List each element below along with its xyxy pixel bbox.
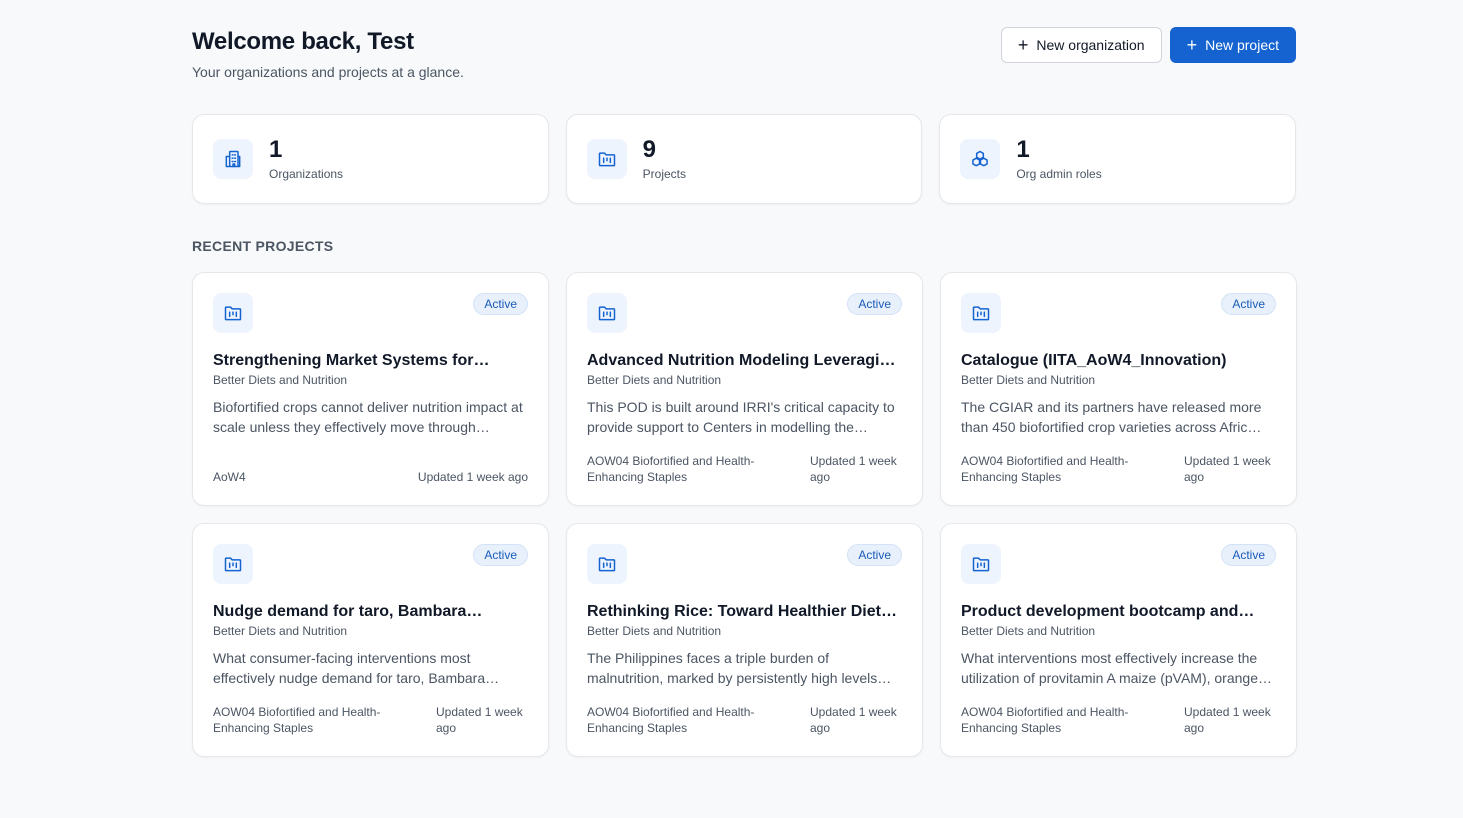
status-badge: Active — [473, 544, 528, 566]
project-description: This POD is built around IRRI's critical… — [587, 399, 895, 435]
project-updated: Updated 1 week ago — [1184, 705, 1271, 735]
folder-icon — [587, 544, 627, 584]
card-top: Active — [213, 544, 528, 584]
stat-label: Projects — [642, 167, 687, 181]
new-project-label: New project — [1205, 37, 1279, 53]
folder-icon — [586, 139, 627, 179]
status-badge: Active — [473, 293, 528, 315]
project-updated: Updated 1 week ago — [810, 454, 897, 484]
project-tag: AOW04 Biofortified and Health-Enhancing … — [961, 705, 1129, 735]
stat-text: 1 Org admin roles — [1016, 136, 1102, 182]
project-tag: AOW04 Biofortified and Health-Enhancing … — [587, 454, 755, 484]
card-top: Active — [961, 544, 1276, 584]
card-footer: AOW04 Biofortified and Health-Enhancing … — [587, 704, 902, 736]
project-tag: AOW04 Biofortified and Health-Enhancing … — [213, 705, 381, 735]
project-description: The Philippines faces a triple burden of… — [587, 650, 892, 686]
recent-projects-heading: RECENT PROJECTS — [192, 238, 334, 254]
folder-icon — [587, 293, 627, 333]
stat-label: Organizations — [269, 167, 344, 181]
project-organization: Better Diets and Nutrition — [587, 373, 722, 387]
plus-icon: + — [1017, 35, 1029, 55]
project-card[interactable]: Active Rethinking Rice: Toward Healthier… — [566, 523, 923, 757]
stats-row: 1 Organizations 9 Projects 1 Org admin r… — [192, 114, 1297, 204]
status-badge: Active — [847, 293, 902, 315]
stat-value: 1 — [269, 136, 283, 163]
project-title: Advanced Nutrition Modeling Leveragin… — [587, 352, 902, 369]
folder-icon — [213, 293, 253, 333]
card-footer: AOW04 Biofortified and Health-Enhancing … — [961, 704, 1276, 736]
project-card[interactable]: Active Product development bootcamp and…… — [940, 523, 1297, 757]
project-title: Nudge demand for taro, Bambara… — [213, 603, 483, 620]
stat-card-projects[interactable]: 9 Projects — [565, 114, 923, 204]
plus-icon: + — [1186, 35, 1198, 55]
card-top: Active — [587, 544, 902, 584]
project-organization: Better Diets and Nutrition — [587, 624, 722, 638]
project-organization: Better Diets and Nutrition — [961, 624, 1096, 638]
header-text: Welcome back, Test Your organizations an… — [192, 27, 464, 80]
card-top: Active — [587, 293, 902, 333]
new-project-button[interactable]: + New project — [1169, 27, 1296, 63]
stat-label: Org admin roles — [1016, 167, 1102, 181]
project-title: Product development bootcamp and… — [961, 603, 1255, 620]
project-grid: Active Strengthening Market Systems for…… — [192, 272, 1297, 757]
stat-card-organizations[interactable]: 1 Organizations — [192, 114, 549, 204]
project-title: Catalogue (IITA_AoW4_Innovation) — [961, 352, 1227, 369]
card-top: Active — [961, 293, 1276, 333]
header-actions: + New organization + New project — [1000, 27, 1296, 63]
new-organization-button[interactable]: + New organization — [1000, 27, 1162, 63]
project-description: Biofortified crops cannot deliver nutrit… — [213, 399, 523, 435]
new-organization-label: New organization — [1036, 37, 1145, 53]
folder-icon — [961, 293, 1001, 333]
page-header: Welcome back, Test Your organizations an… — [192, 27, 1296, 113]
card-footer: AOW04 Biofortified and Health-Enhancing … — [587, 453, 902, 485]
project-organization: Better Diets and Nutrition — [961, 373, 1096, 387]
folder-icon — [213, 544, 253, 584]
card-top: Active — [213, 293, 528, 333]
project-description: What interventions most effectively incr… — [961, 650, 1272, 686]
building-icon — [213, 139, 253, 179]
project-tag: AOW04 Biofortified and Health-Enhancing … — [587, 705, 755, 735]
project-organization: Better Diets and Nutrition — [213, 373, 348, 387]
page-subtitle: Your organizations and projects at a gla… — [192, 64, 464, 80]
project-updated: Updated 1 week ago — [436, 705, 523, 735]
card-footer: AoW4 Updated 1 week ago — [213, 469, 528, 485]
stat-value: 9 — [642, 136, 657, 163]
project-organization: Better Diets and Nutrition — [213, 624, 348, 638]
project-description: The CGIAR and its partners have released… — [961, 399, 1262, 435]
project-tag: AOW04 Biofortified and Health-Enhancing … — [961, 454, 1129, 484]
project-card[interactable]: Active Strengthening Market Systems for…… — [192, 272, 549, 506]
project-title: Rethinking Rice: Toward Healthier Diets… — [587, 603, 902, 620]
page-title: Welcome back, Test — [192, 28, 414, 55]
project-title: Strengthening Market Systems for… — [213, 352, 490, 369]
project-description: What consumer-facing interventions most … — [213, 650, 500, 686]
project-updated: Updated 1 week ago — [810, 705, 897, 735]
stat-text: 1 Organizations — [269, 136, 344, 182]
project-card[interactable]: Active Catalogue (IITA_AoW4_Innovation) … — [940, 272, 1297, 506]
status-badge: Active — [1221, 293, 1276, 315]
folder-icon — [961, 544, 1001, 584]
project-card[interactable]: Active Nudge demand for taro, Bambara… B… — [192, 523, 549, 757]
stat-card-org-admin-roles[interactable]: 1 Org admin roles — [939, 114, 1297, 204]
project-card[interactable]: Active Advanced Nutrition Modeling Lever… — [566, 272, 923, 506]
project-tag: AoW4 — [213, 470, 246, 484]
stat-value: 1 — [1016, 136, 1030, 163]
project-updated: Updated 1 week ago — [1184, 454, 1271, 484]
status-badge: Active — [847, 544, 902, 566]
dashboard-page: Welcome back, Test Your organizations an… — [192, 0, 1297, 757]
blocks-icon — [960, 139, 1001, 179]
status-badge: Active — [1221, 544, 1276, 566]
stat-text: 9 Projects — [642, 136, 687, 182]
card-footer: AOW04 Biofortified and Health-Enhancing … — [961, 453, 1276, 485]
card-footer: AOW04 Biofortified and Health-Enhancing … — [213, 704, 528, 736]
project-updated: Updated 1 week ago — [417, 470, 528, 484]
